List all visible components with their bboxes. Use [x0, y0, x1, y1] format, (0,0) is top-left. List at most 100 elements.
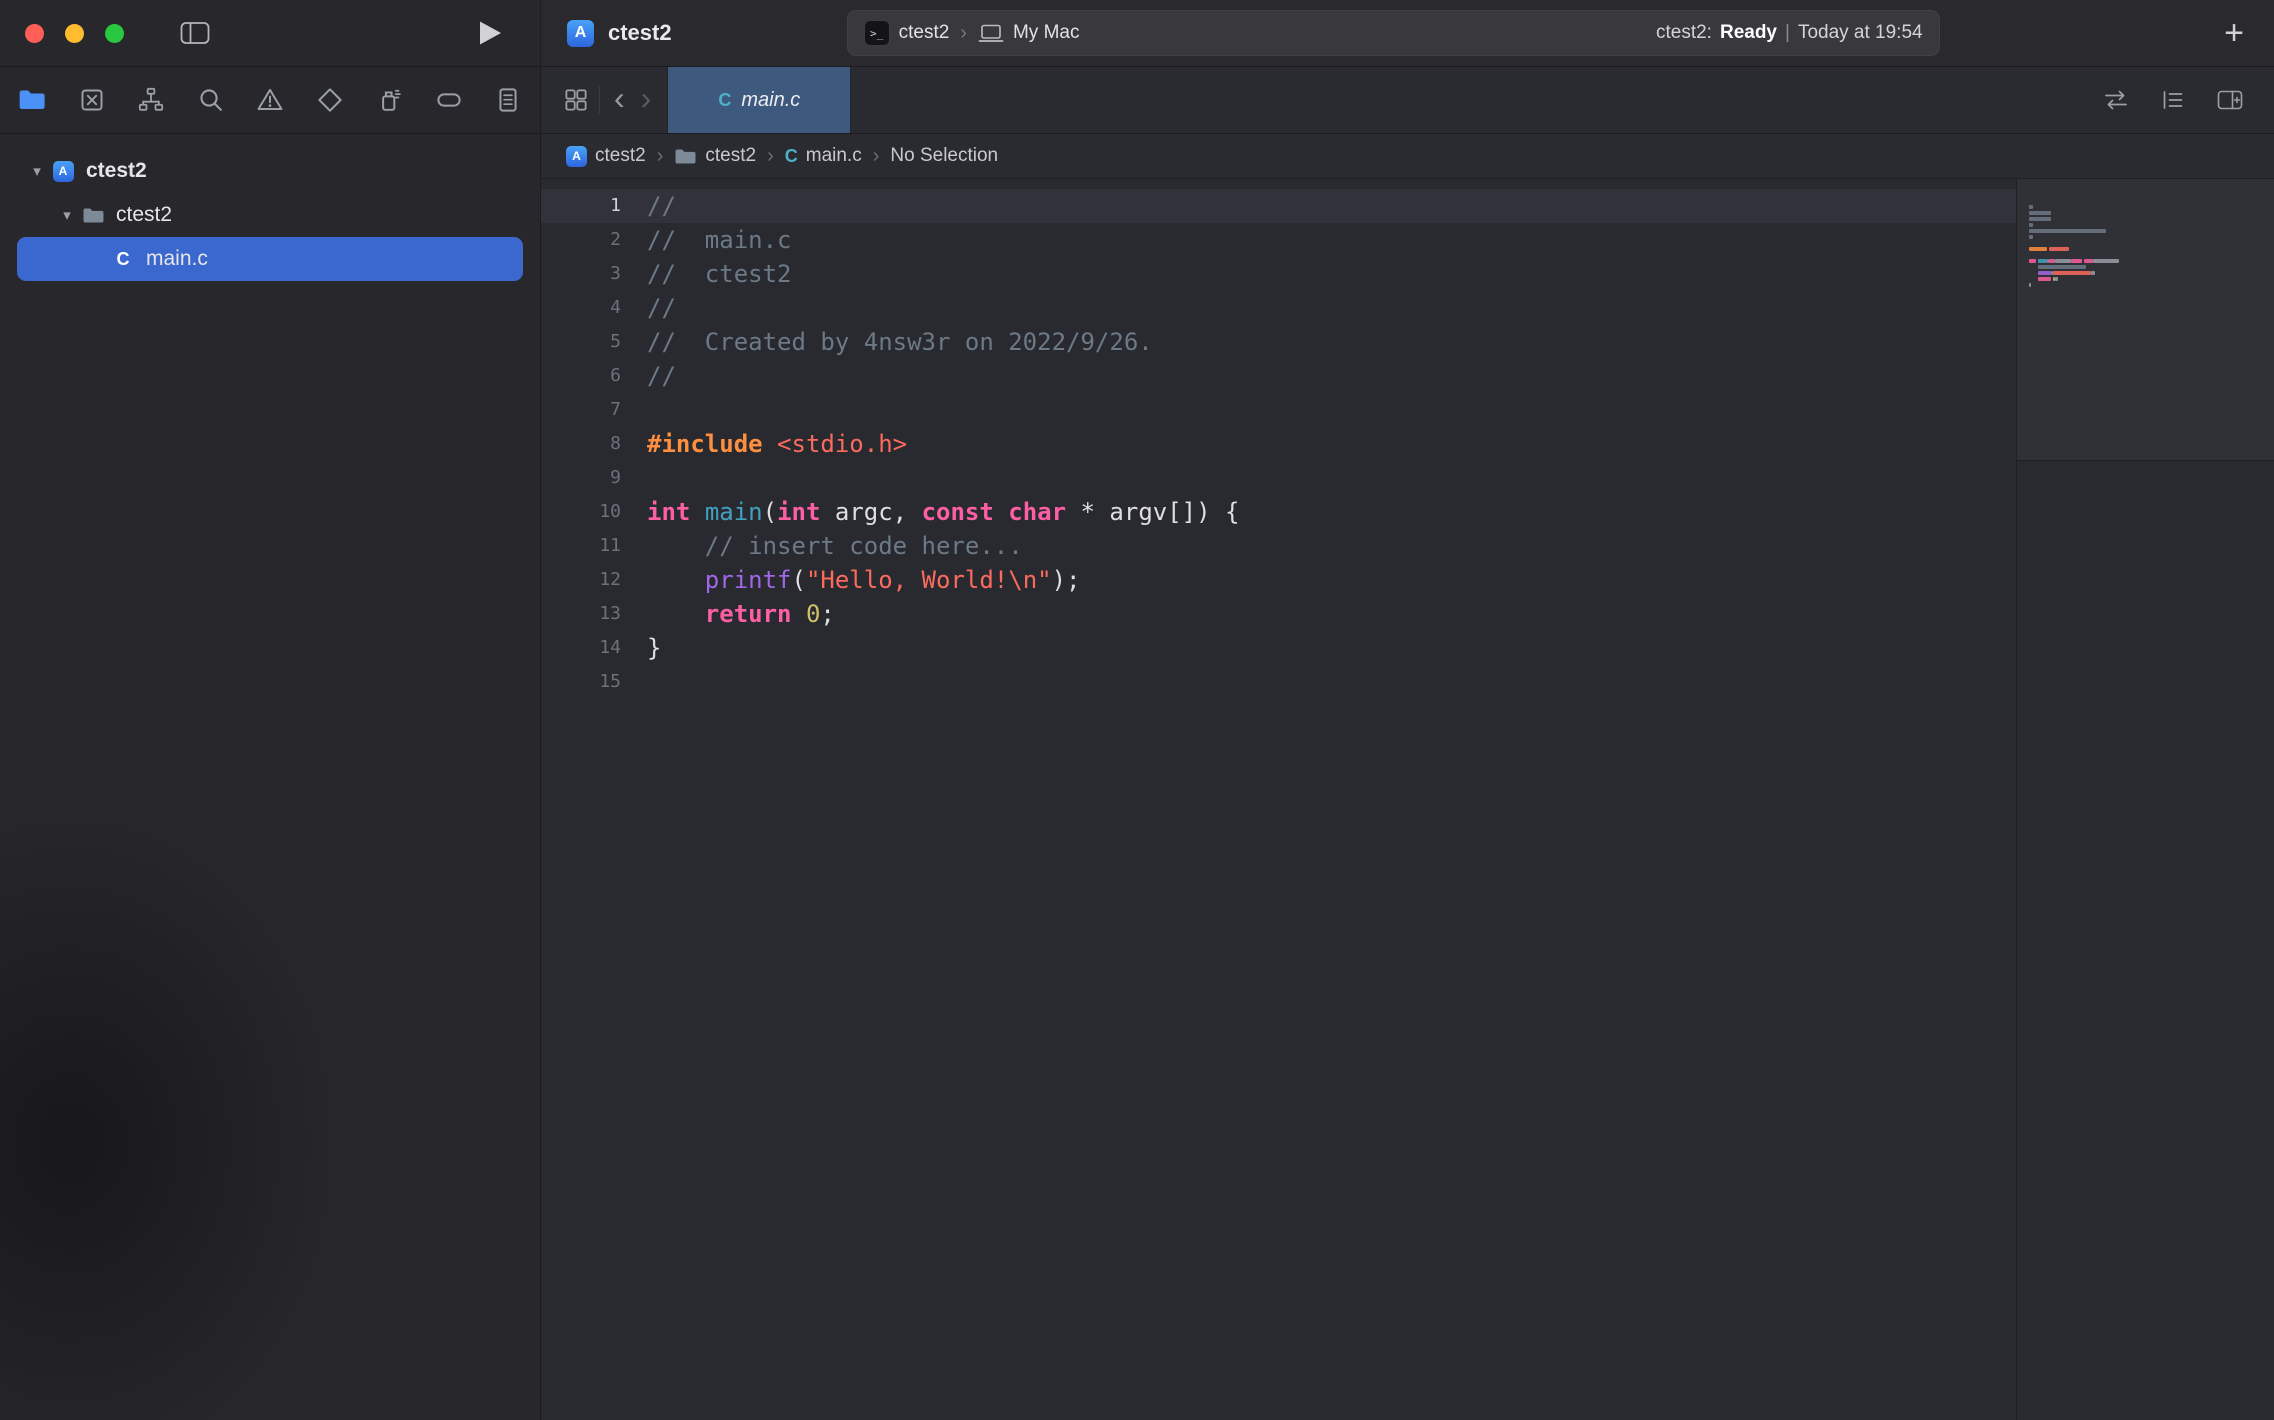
jumpbar-item-no-selection[interactable]: No Selection [890, 145, 998, 167]
code-line-11[interactable]: 11 // insert code here... [541, 529, 2016, 563]
scheme-name[interactable]: ctest2 [899, 22, 950, 44]
code-line-8[interactable]: 8 #include <stdio.h> [541, 427, 2016, 461]
c-file-icon: C [785, 146, 798, 167]
chevron-right-icon: › [656, 145, 665, 168]
line-number: 1 [541, 189, 621, 223]
swap-arrows-icon [2102, 89, 2130, 111]
navigator-icon-strip [0, 67, 541, 133]
file-tree-label: main.c [146, 247, 208, 271]
code-line-3[interactable]: 3// ctest2 [541, 257, 2016, 291]
code-line-13[interactable]: 13 return 0; [541, 597, 2016, 631]
jumpbar-label: ctest2 [595, 145, 646, 167]
line-number: 11 [541, 529, 621, 563]
report-navigator-icon[interactable] [493, 85, 523, 115]
disclosure-triangle-icon[interactable]: ▾ [54, 206, 80, 224]
close-window-button[interactable] [25, 24, 44, 43]
symbol-navigator-icon[interactable] [136, 85, 166, 115]
issue-navigator-icon[interactable] [255, 85, 285, 115]
source-text: // [647, 291, 676, 325]
find-navigator-icon[interactable] [196, 85, 226, 115]
source-text: // Created by 4nsw3r on 2022/9/26. [647, 325, 1153, 359]
tab-main-c[interactable]: C main.c [667, 67, 851, 133]
tab-bar: ‹ › C main.c [541, 67, 2274, 133]
add-editor-button[interactable] [2216, 88, 2244, 112]
code-line-15[interactable]: 15 [541, 665, 2016, 699]
window-title: ctest2 [608, 20, 672, 46]
line-number: 6 [541, 359, 621, 393]
jumpbar-label: ctest2 [705, 145, 756, 167]
add-tab-button[interactable]: + [2224, 16, 2244, 50]
titlebar: A ctest2 >_ ctest2 › My Mac ctest2: Read… [0, 0, 2274, 67]
code-line-9[interactable]: 9 [541, 461, 2016, 495]
minimap[interactable] [2016, 179, 2274, 1420]
source-text: // [647, 359, 676, 393]
disclosure-triangle-icon[interactable]: ▾ [24, 162, 50, 180]
chevron-right-icon: › [958, 22, 969, 45]
c-file-icon: C [718, 90, 731, 111]
destination-name[interactable]: My Mac [1013, 22, 1080, 44]
second-toolbar-row: ‹ › C main.c [0, 67, 2274, 134]
toggle-navigator-button[interactable] [180, 21, 210, 45]
code-line-6[interactable]: 6 // [541, 359, 2016, 393]
activity-status-bar[interactable]: >_ ctest2 › My Mac ctest2: Ready | Today… [847, 10, 1940, 56]
sidebar-shadow [0, 134, 540, 1420]
source-text: printf("Hello, World!\n"); [647, 563, 1081, 597]
editor-toolbar-buttons [2102, 67, 2244, 133]
file-tree-label: ctest2 [86, 159, 147, 183]
tab-label: main.c [741, 89, 800, 112]
chevron-right-icon: › [872, 145, 881, 168]
line-number: 12 [541, 563, 621, 597]
minimize-window-button[interactable] [65, 24, 84, 43]
status-divider: | [1785, 22, 1790, 44]
status-project-label: ctest2: [1656, 22, 1712, 44]
source-text: #include <stdio.h> [647, 427, 907, 461]
folder-icon [674, 147, 697, 166]
code-review-button[interactable] [2102, 89, 2130, 111]
run-button[interactable] [478, 20, 502, 46]
test-navigator-icon[interactable] [315, 85, 345, 115]
go-forward-button[interactable]: › [641, 82, 652, 118]
editor-area[interactable]: 1//2// main.c3// ctest24//5// Created by… [541, 179, 2274, 1420]
source-control-navigator-icon[interactable] [77, 85, 107, 115]
project-navigator-icon[interactable] [17, 85, 47, 115]
jumpbar-item-ctest2[interactable]: ctest2 [674, 145, 756, 167]
my-mac-icon [978, 24, 1004, 43]
xcode-project-icon: A [566, 146, 587, 167]
folder-icon [80, 206, 106, 225]
line-number: 5 [541, 325, 621, 359]
line-number: 14 [541, 631, 621, 665]
code-line-5[interactable]: 5 // Created by 4nsw3r on 2022/9/26. [541, 325, 2016, 359]
main-area: ▾Actest2▾ctest2Cmain.c Actest2›ctest2›Cm… [0, 134, 2274, 1420]
file-tree-row-ctest2[interactable]: ▾ctest2 [17, 193, 523, 237]
file-tree-row-ctest2[interactable]: ▾Actest2 [17, 149, 523, 193]
source-text: return 0; [647, 597, 835, 631]
code-line-14[interactable]: 14} [541, 631, 2016, 665]
line-number: 8 [541, 427, 621, 461]
source-text: // main.c [647, 223, 792, 257]
code-line-2[interactable]: 2// main.c [541, 223, 2016, 257]
tabbar-divider [599, 86, 600, 114]
code-line-7[interactable]: 7 [541, 393, 2016, 427]
jumpbar-item-main-c[interactable]: Cmain.c [785, 145, 862, 167]
editor-options-button[interactable] [2160, 88, 2186, 112]
code-line-12[interactable]: 12 printf("Hello, World!\n"); [541, 563, 2016, 597]
chevron-right-icon: › [766, 145, 775, 168]
code-area[interactable]: 1//2// main.c3// ctest24//5// Created by… [541, 179, 2016, 1420]
jumpbar-item-ctest2[interactable]: Actest2 [566, 145, 646, 167]
minimap-lines [2029, 204, 2266, 294]
xcode-project-icon: A [50, 161, 76, 182]
file-tree: ▾Actest2▾ctest2Cmain.c [0, 149, 540, 281]
related-items-button[interactable] [563, 87, 589, 113]
grid-icon [563, 87, 589, 113]
go-back-button[interactable]: ‹ [614, 82, 625, 118]
breakpoint-navigator-icon[interactable] [434, 85, 464, 115]
code-line-4[interactable]: 4// [541, 291, 2016, 325]
line-number: 9 [541, 461, 621, 495]
line-number: 10 [541, 495, 621, 529]
code-line-10[interactable]: 10int main(int argc, const char * argv[]… [541, 495, 2016, 529]
zoom-window-button[interactable] [105, 24, 124, 43]
code-line-1[interactable]: 1// [541, 189, 2016, 223]
file-tree-row-main-c[interactable]: Cmain.c [17, 237, 523, 281]
debug-navigator-icon[interactable] [374, 85, 404, 115]
line-number: 13 [541, 597, 621, 631]
